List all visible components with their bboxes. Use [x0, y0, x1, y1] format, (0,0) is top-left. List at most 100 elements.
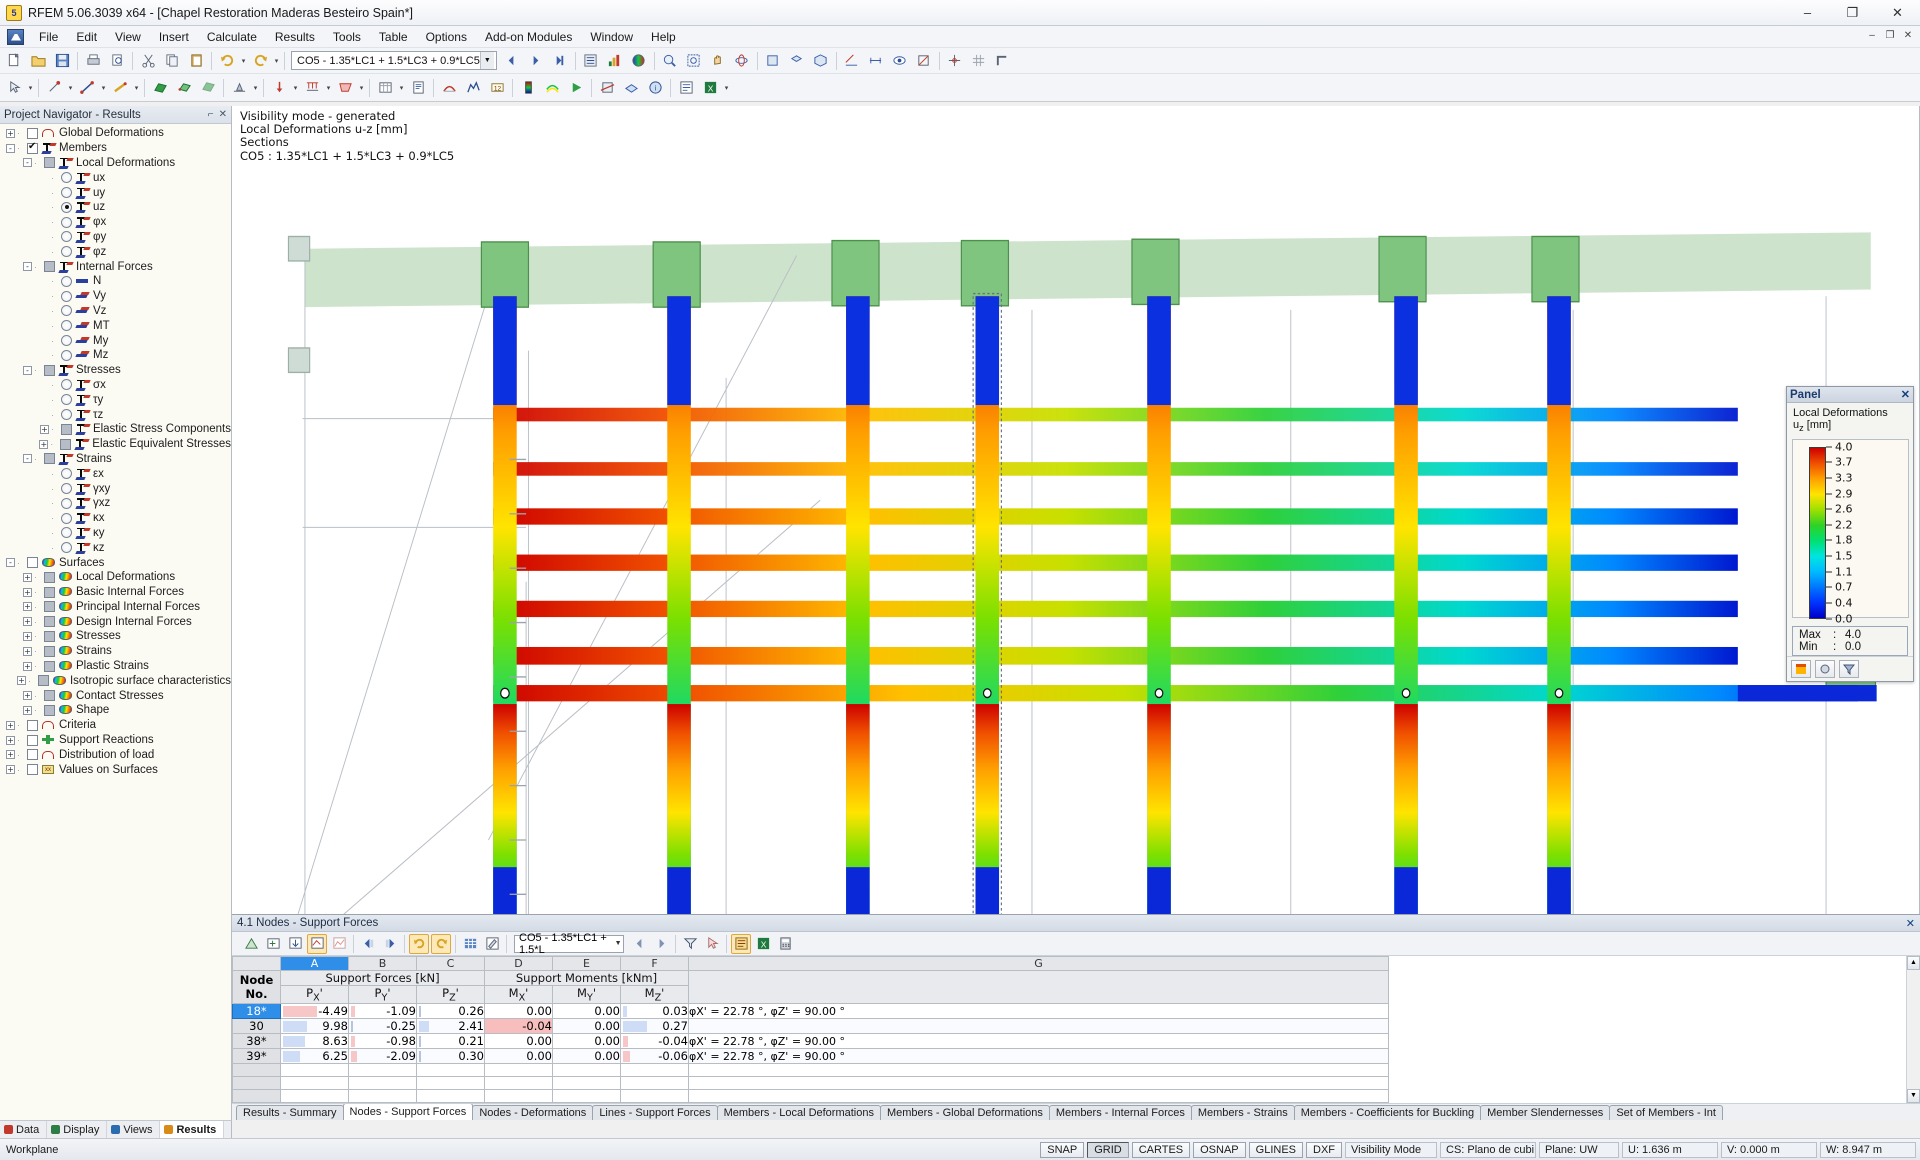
measure-icon[interactable]	[841, 50, 863, 72]
tree-checkbox[interactable]	[27, 764, 38, 776]
nav-tree-item[interactable]: · κy	[0, 526, 231, 541]
redo-dropdown-icon[interactable]: ▾	[272, 50, 281, 72]
tree-radio[interactable]	[61, 512, 72, 524]
nav-tree-item[interactable]: · γxz	[0, 496, 231, 511]
support-dropdown-icon[interactable]: ▾	[251, 77, 260, 99]
mode-tab-display[interactable]: Display	[47, 1120, 108, 1139]
cell-pz[interactable]: 0.21	[416, 1033, 485, 1050]
cell-py[interactable]: -1.09	[348, 1003, 417, 1020]
table-calculator-icon[interactable]	[775, 934, 795, 954]
tree-radio[interactable]	[61, 527, 72, 539]
cell-mx[interactable]: 0.00	[484, 1033, 553, 1050]
paste-icon[interactable]	[185, 50, 207, 72]
nav-tree-item[interactable]: + · Isotropic surface characteristics	[0, 673, 231, 688]
table-prev-table-icon[interactable]	[358, 934, 378, 954]
tree-expander-icon[interactable]: +	[23, 661, 32, 671]
cell-mx[interactable]: 0.00	[484, 1048, 553, 1065]
tree-expander-icon[interactable]: +	[23, 705, 32, 715]
new-node-dropdown-icon[interactable]: ▾	[66, 77, 75, 99]
tree-radio[interactable]	[61, 305, 72, 317]
nav-tree-item[interactable]: - · Internal Forces	[0, 259, 231, 274]
result-values-icon[interactable]: 12	[486, 77, 508, 99]
printout-report-icon[interactable]	[407, 77, 429, 99]
nav-tree-item[interactable]: + · Elastic Equivalent Stresses	[0, 437, 231, 452]
cell-mx[interactable]: -0.04	[484, 1018, 553, 1035]
close-button[interactable]: ✕	[1875, 0, 1920, 26]
cell-mz[interactable]: -0.06	[620, 1048, 689, 1065]
tree-checkbox[interactable]	[27, 557, 38, 568]
nav-tree-item[interactable]: · ux	[0, 170, 231, 185]
panel-color-scale-icon[interactable]	[1791, 660, 1811, 678]
cell-my[interactable]: 0.00	[552, 1003, 621, 1020]
row-node-no[interactable]: 18*	[232, 1003, 281, 1020]
view-front-icon[interactable]	[762, 50, 784, 72]
dimension-icon[interactable]	[865, 50, 887, 72]
nav-tree-item[interactable]: · τz	[0, 407, 231, 422]
select-dropdown-icon[interactable]: ▾	[26, 77, 35, 99]
tree-expander-icon[interactable]: +	[23, 631, 32, 641]
table-empty-row[interactable]	[232, 1063, 1389, 1078]
nav-tree-item[interactable]: + · Support Reactions	[0, 733, 231, 748]
nav-tree-item[interactable]: · κx	[0, 511, 231, 526]
table-empty-row[interactable]	[232, 1089, 1389, 1103]
snap-settings-icon[interactable]	[944, 50, 966, 72]
column-header-g[interactable]: G	[688, 956, 1389, 971]
scroll-down-icon[interactable]: ▼	[1907, 1089, 1920, 1103]
navigator-mode-tabs[interactable]: Data Display Views Results	[0, 1120, 232, 1139]
grid-settings-icon[interactable]	[968, 50, 990, 72]
pan-icon[interactable]	[707, 50, 729, 72]
print-preview-icon[interactable]	[106, 50, 128, 72]
table-row[interactable]: 39* 6.25 -2.09 0.30 0.00 0.00 -0.06 φX' = 22.78…	[232, 1048, 1389, 1065]
cell-pz[interactable]: 2.41	[416, 1018, 485, 1035]
table-empty-row[interactable]	[232, 1076, 1389, 1091]
status-toggle-cartes[interactable]: CARTES	[1131, 1141, 1191, 1158]
panel-filter-icon[interactable]	[1839, 660, 1859, 678]
table-chart-icon[interactable]	[329, 934, 349, 954]
table-filter-icon[interactable]	[680, 934, 700, 954]
tree-expander-icon[interactable]: +	[23, 572, 32, 582]
nav-tree-item[interactable]: + · Global Deformations	[0, 126, 231, 141]
tree-checkbox[interactable]	[27, 749, 38, 761]
cell-mz[interactable]: -0.04	[620, 1033, 689, 1050]
print-icon[interactable]	[82, 50, 104, 72]
tree-radio[interactable]	[61, 290, 72, 302]
cell-my[interactable]: 0.00	[552, 1048, 621, 1065]
table-selection-icon[interactable]	[702, 934, 722, 954]
tree-checkbox[interactable]	[60, 438, 72, 450]
table-fill-down-icon[interactable]	[285, 934, 305, 954]
animate-icon[interactable]	[565, 77, 587, 99]
nav-tree-item[interactable]: · φy	[0, 230, 231, 245]
nav-tree-item[interactable]: - · Strains	[0, 452, 231, 467]
row-comment[interactable]: φX' = 22.78 °, φZ' = 90.00 °	[688, 1033, 1389, 1050]
table-close-icon[interactable]: ✕	[1906, 917, 1915, 930]
section-cut-icon[interactable]	[596, 77, 618, 99]
column-header-b[interactable]: B	[348, 956, 417, 971]
open-icon[interactable]	[27, 50, 49, 72]
column-header-f[interactable]: F	[620, 956, 689, 971]
load-surface-dropdown-icon[interactable]: ▾	[357, 77, 366, 99]
tree-checkbox[interactable]	[44, 571, 55, 583]
table-tab[interactable]: Members - Local Deformations	[716, 1105, 881, 1120]
tree-checkbox[interactable]	[44, 645, 55, 657]
nav-tree-item[interactable]: · γxy	[0, 481, 231, 496]
pin-icon[interactable]: ⌐	[208, 109, 214, 120]
undo-dropdown-icon[interactable]: ▾	[239, 50, 248, 72]
new-line-icon[interactable]	[76, 77, 98, 99]
tree-checkbox[interactable]	[44, 630, 55, 642]
nav-tree-item[interactable]: + · Distribution of load	[0, 747, 231, 762]
tree-expander-icon[interactable]: +	[6, 128, 15, 138]
table-tab[interactable]: Results - Summary	[236, 1105, 344, 1120]
status-toggle-glines[interactable]: GLINES	[1248, 1141, 1303, 1158]
zoom-all-icon[interactable]	[683, 50, 705, 72]
status-toggle-osnap[interactable]: OSNAP	[1193, 1141, 1246, 1158]
table-tab-strip[interactable]: Results - Summary Nodes - Support Forces N…	[232, 1103, 1920, 1120]
maximize-button[interactable]: ❐	[1830, 0, 1875, 26]
status-toggle-grid[interactable]: GRID	[1087, 1141, 1129, 1158]
table-grid-view-icon[interactable]	[460, 934, 480, 954]
mdi-minimize-button[interactable]: –	[1864, 29, 1880, 45]
tree-expander-icon[interactable]: +	[16, 676, 26, 686]
table-combo-chevron-icon[interactable]: ▼	[613, 940, 623, 947]
tree-expander-icon[interactable]: +	[6, 765, 15, 775]
tree-checkbox[interactable]	[44, 261, 55, 273]
load-nodal-dropdown-icon[interactable]: ▾	[291, 77, 300, 99]
